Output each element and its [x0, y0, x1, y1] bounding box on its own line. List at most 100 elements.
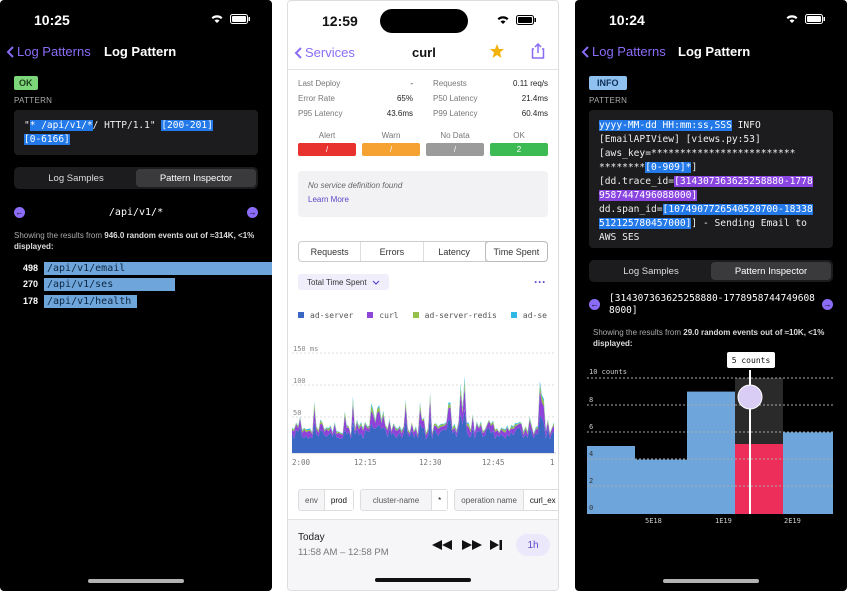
pattern-path[interactable]: /api/v1/*	[35, 120, 93, 131]
x-tick: 2E19	[784, 517, 801, 525]
interval-button[interactable]: 1h	[516, 534, 550, 556]
tab-latency[interactable]: Latency	[424, 242, 486, 261]
more-options-icon[interactable]: ···	[534, 275, 546, 289]
pattern-status-range[interactable]: [200-201]	[161, 120, 213, 131]
cursor-handle[interactable]	[737, 384, 763, 410]
share-icon[interactable]	[531, 43, 545, 59]
inspector-nav: ← /api/v1/* →	[14, 205, 258, 219]
value-row[interactable]: 270 /api/v1/ses	[14, 277, 175, 291]
inspector-path: /api/v1/*	[108, 206, 164, 218]
monitor-no-data[interactable]: No Data /	[426, 131, 484, 156]
histogram-bar[interactable]	[587, 446, 635, 514]
service-stats: Last Deploy - Requests 0.11 req/s Error Ra…	[298, 76, 548, 121]
distribution-histogram[interactable]: 10 counts 8 6 4 2 0 5 counts 5E18 1E19 2…	[587, 352, 835, 530]
back-label: Services	[305, 45, 355, 60]
histogram-bar[interactable]	[783, 432, 833, 514]
stat-value: 43.6ms	[386, 109, 413, 118]
home-indicator[interactable]	[375, 578, 471, 582]
value-row[interactable]: 178 /api/v1/health	[14, 294, 137, 308]
battery-icon	[230, 14, 250, 24]
stat-label: Last Deploy	[298, 79, 341, 88]
tab-log-samples[interactable]: Log Samples	[591, 262, 711, 280]
pattern-date-token[interactable]: yyyy-MM-dd HH:mm:ss,SSS	[599, 120, 732, 131]
pattern-text: "	[24, 120, 30, 131]
monitor-count: 2	[490, 143, 548, 156]
y-tick: 0	[589, 504, 593, 512]
pattern-span-range[interactable]: 512125780457000]	[599, 218, 692, 229]
stat-label: P50 Latency	[433, 94, 478, 103]
tooltip-label: 5 counts	[732, 356, 771, 365]
back-label: Log Patterns	[592, 44, 666, 59]
histogram-bar[interactable]	[635, 459, 687, 514]
y-tick: 2	[589, 477, 593, 485]
stats-row: Error Rate 65% P50 Latency 21.4ms	[298, 91, 548, 106]
pattern-trace-range[interactable]: 9587447496088000]	[599, 190, 698, 201]
y-tick: 6	[589, 423, 593, 431]
fast-forward-icon[interactable]	[462, 540, 482, 550]
monitor-label: Alert	[318, 131, 336, 140]
skip-to-end-icon[interactable]	[490, 540, 502, 550]
monitor-label: OK	[513, 131, 525, 140]
back-button[interactable]: Log Patterns	[6, 44, 91, 59]
monitor-ok[interactable]: OK 2	[490, 131, 548, 156]
value-bar: /api/v1/email	[44, 261, 272, 275]
filter-operation-name[interactable]: operation name curl_ex	[454, 489, 558, 511]
next-button[interactable]: →	[822, 299, 833, 310]
tab-errors[interactable]: Errors	[361, 242, 424, 261]
service-definition-box: No service definition found Learn More	[298, 171, 548, 217]
status-time: 10:25	[34, 12, 70, 28]
status-bar: 10:25	[0, 12, 272, 30]
wifi-icon	[497, 16, 509, 24]
stat-label: P99 Latency	[433, 109, 478, 118]
star-icon[interactable]	[489, 43, 505, 59]
home-indicator[interactable]	[663, 579, 759, 583]
tab-requests[interactable]: Requests	[299, 242, 362, 261]
value-count: 498	[22, 263, 38, 273]
y-tick: 150 ms	[293, 345, 318, 353]
area-series	[292, 376, 554, 453]
chevron-left-icon	[6, 45, 14, 58]
back-button[interactable]: Services	[294, 45, 355, 60]
tab-pattern-inspector[interactable]: Pattern Inspector	[136, 169, 256, 187]
next-button[interactable]: →	[247, 206, 258, 218]
status-bar: 12:59	[288, 13, 558, 31]
monitor-count: /	[362, 143, 420, 156]
rewind-icon[interactable]	[432, 540, 452, 550]
learn-more-link[interactable]: Learn More	[308, 195, 538, 204]
summary-prefix: Showing the results from	[14, 231, 105, 240]
wifi-icon	[786, 15, 798, 23]
tab-log-samples[interactable]: Log Samples	[16, 169, 136, 187]
monitor-count: /	[426, 143, 484, 156]
divider	[288, 69, 558, 70]
no-definition-text: No service definition found	[308, 181, 403, 190]
filter-env[interactable]: env prod	[298, 489, 354, 511]
value-count: 270	[22, 279, 38, 289]
stat-value: 21.4ms	[521, 94, 548, 103]
stat-value: -	[410, 79, 413, 88]
segmented-control: Log Samples Pattern Inspector	[14, 167, 258, 189]
selected-bar[interactable]	[735, 444, 783, 514]
time-spent-chart[interactable]: 150 ms 100 50 2:00 12:15 12:30 12:45 1	[292, 341, 556, 471]
pattern-size-range[interactable]: [0-6166]	[24, 134, 70, 145]
tab-time-spent[interactable]: Time Spent	[485, 242, 547, 261]
filter-cluster-name[interactable]: cluster-name *	[359, 489, 449, 511]
dropdown-label: Total Time Spent	[307, 277, 367, 287]
back-button[interactable]: Log Patterns	[581, 44, 666, 59]
pattern-key-range[interactable]: [0-909]*	[645, 162, 692, 173]
y-tick: 100	[293, 377, 306, 385]
home-indicator[interactable]	[88, 579, 184, 583]
metric-dropdown[interactable]: Total Time Spent	[298, 274, 389, 290]
monitor-warn[interactable]: Warn /	[362, 131, 420, 156]
prev-button[interactable]: ←	[14, 206, 25, 218]
stat-value: 60.4ms	[521, 109, 548, 118]
monitor-alert[interactable]: Alert /	[298, 131, 356, 156]
histogram-bar[interactable]	[687, 391, 735, 514]
pattern-span-range[interactable]: [1074907726540520700-18338	[662, 204, 813, 215]
monitor-label: Warn	[381, 131, 401, 140]
middle-phone: 12:59 Services curl Last Deploy - Request…	[287, 0, 559, 591]
pattern-trace-range[interactable]: [314307363625258880-1778	[674, 176, 813, 187]
value-bar: /api/v1/ses	[44, 277, 175, 291]
tab-pattern-inspector[interactable]: Pattern Inspector	[711, 262, 831, 280]
prev-button[interactable]: ←	[589, 299, 600, 310]
value-row[interactable]: 498 /api/v1/email	[14, 261, 272, 275]
